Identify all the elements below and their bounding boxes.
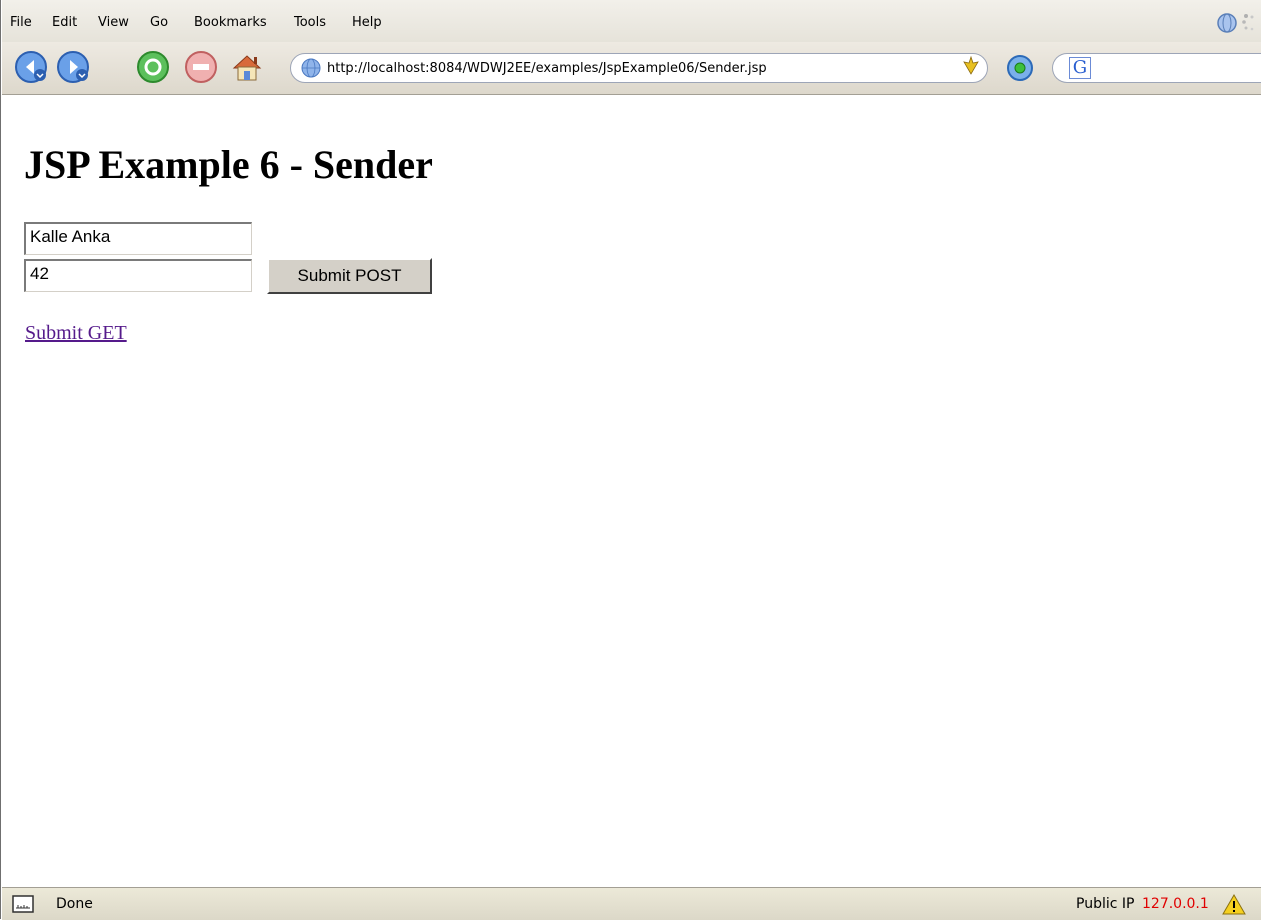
status-monitor-icon — [12, 895, 34, 913]
menu-view[interactable]: View — [98, 15, 129, 30]
activity-spinner-icon — [1242, 14, 1254, 31]
address-bar[interactable]: http://localhost:8084/WDWJ2EE/examples/J… — [290, 53, 988, 83]
menu-go[interactable]: Go — [150, 15, 168, 30]
menu-file[interactable]: File — [10, 15, 32, 30]
status-bar: Done Public IP 127.0.0.1 — [2, 887, 1261, 920]
reload-icon[interactable] — [136, 50, 170, 84]
menu-edit[interactable]: Edit — [52, 15, 77, 30]
url-text[interactable]: http://localhost:8084/WDWJ2EE/examples/J… — [327, 61, 767, 76]
browser-window: File Edit View Go Bookmarks Tools Help h… — [0, 0, 1261, 920]
menu-bar: File Edit View Go Bookmarks Tools Help — [2, 0, 1261, 42]
stop-icon[interactable] — [184, 50, 218, 84]
page-title: JSP Example 6 - Sender — [24, 142, 433, 187]
site-globe-icon — [301, 58, 321, 78]
submit-get-link[interactable]: Submit GET — [25, 322, 127, 345]
feed-star-icon[interactable] — [960, 54, 982, 76]
navigation-toolbar: http://localhost:8084/WDWJ2EE/examples/J… — [2, 42, 1261, 95]
throbber-globe-icon — [1217, 13, 1237, 33]
home-icon[interactable] — [230, 50, 264, 84]
age-input[interactable]: 42 — [24, 259, 252, 292]
back-arrow-icon[interactable] — [14, 50, 48, 84]
menu-tools[interactable]: Tools — [294, 15, 326, 30]
menu-bookmarks[interactable]: Bookmarks — [194, 15, 267, 30]
public-ip-label: Public IP — [1076, 896, 1135, 912]
search-box[interactable]: G — [1052, 53, 1261, 83]
name-input[interactable]: Kalle Anka — [24, 222, 252, 255]
status-text: Done — [56, 896, 93, 912]
google-search-icon: G — [1069, 57, 1091, 79]
menu-help[interactable]: Help — [352, 15, 382, 30]
page-content: JSP Example 6 - Sender Kalle Anka 42 Sub… — [2, 95, 1261, 886]
go-button-icon[interactable] — [1006, 54, 1034, 82]
submit-post-button[interactable]: Submit POST — [267, 258, 432, 294]
warning-icon[interactable] — [1222, 893, 1246, 915]
public-ip-value: 127.0.0.1 — [1142, 896, 1209, 912]
forward-arrow-icon[interactable] — [56, 50, 90, 84]
